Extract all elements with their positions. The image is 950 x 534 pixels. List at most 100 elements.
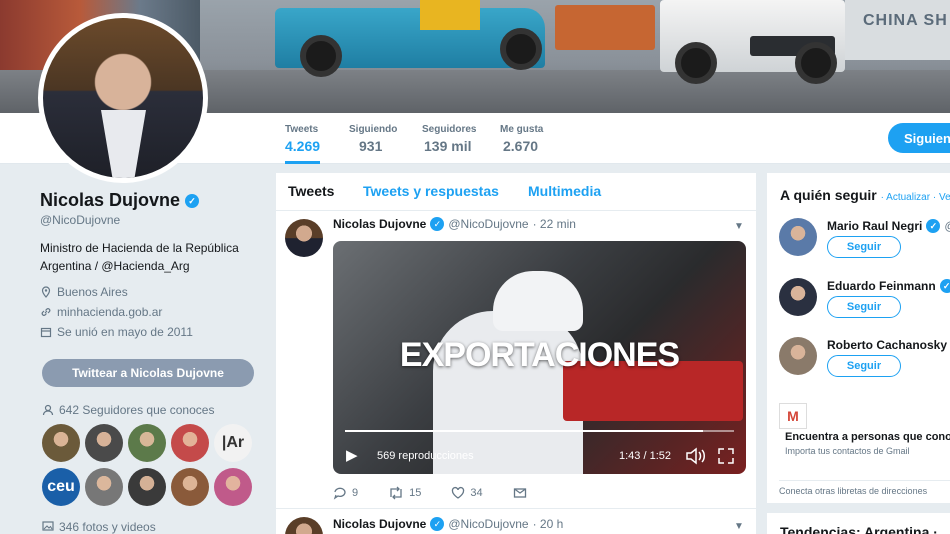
tweet-author-name[interactable]: Nicolas Dujovne [333,517,426,531]
follow-button[interactable]: Seguir [827,236,901,258]
volume-icon[interactable] [685,447,707,465]
retweet-action[interactable]: 15 [388,486,421,500]
joined-text: Se unió en mayo de 2011 [57,325,193,339]
photos-text[interactable]: 346 fotos y videos [59,520,156,534]
known-followers-text[interactable]: 642 Seguidores que conoces [59,403,214,417]
tweet-author-name[interactable]: Nicolas Dujovne [333,217,426,231]
stat-label: Tweets [285,124,319,135]
tweet-to-button[interactable]: Twittear a Nicolas Dujovne [42,359,254,387]
known-follower-avatar[interactable] [128,424,166,462]
profile-name-row: Nicolas Dujovne ✓ [40,190,265,211]
banner-wheel [675,42,717,84]
suggestion-avatar[interactable] [779,337,817,375]
people-icon [42,404,54,416]
profile-joined: Se unió en mayo de 2011 [40,325,265,339]
find-people-title[interactable]: Encuentra a personas que conoc [785,431,950,443]
following-button[interactable]: Siguiendo [888,123,950,153]
suggestion-avatar[interactable] [779,278,817,316]
known-follower-avatar[interactable] [128,468,166,506]
like-action[interactable]: 34 [451,486,483,500]
reply-action[interactable]: 9 [333,486,358,500]
suggestion-name-row: Eduardo Feinmann ✓ @ [827,279,950,293]
banner-wheel [300,35,342,77]
follow-button[interactable]: Seguir [827,355,901,377]
video-player[interactable]: EXPORTACIONES ▶ 569 reproducciones 1:43 … [333,241,746,474]
tab-tweets-replies[interactable]: Tweets y respuestas [363,183,499,199]
profile-card: Nicolas Dujovne ✓ @NicoDujovne Ministro … [40,190,265,339]
known-follower-avatar[interactable] [85,468,123,506]
known-follower-avatar-text: ceu [47,478,75,495]
who-to-follow-header: A quién seguir · Actualizar · Ve [780,187,950,203]
tab-media[interactable]: Multimedia [528,183,601,199]
verified-icon: ✓ [926,219,941,233]
profile-url[interactable]: minhacienda.gob.ar [40,305,265,319]
tweet-time[interactable]: · 22 min [533,217,576,231]
chevron-down-icon[interactable]: ▼ [734,521,744,532]
stat-label: Me gusta [500,124,544,135]
like-count: 34 [470,487,483,499]
verified-icon: ✓ [939,279,950,293]
video-title: EXPORTACIONES [399,336,680,374]
location-icon [41,286,51,298]
connect-address-books-link[interactable]: Conecta otras libretas de direcciones [779,480,950,496]
banner-wheel [795,42,837,84]
banner-crane-arm [420,0,480,30]
known-follower-avatar[interactable]: ceu [42,468,80,506]
tweet-time[interactable]: · 20 h [533,517,564,531]
tweet-avatar[interactable] [285,517,323,534]
known-follower-avatar[interactable] [171,468,209,506]
stat-likes[interactable]: Me gusta 2.670 [500,124,543,154]
profile-avatar[interactable] [38,13,208,183]
photo-icon [42,521,54,531]
heart-icon [452,486,465,499]
video-progress-fill [345,430,703,432]
known-follower-avatar[interactable] [42,424,80,462]
verified-icon: ✓ [430,217,445,231]
video-helmet [493,271,583,331]
stat-tweets[interactable]: Tweets 4.269 [285,124,321,164]
tab-tweets[interactable]: Tweets [288,183,334,199]
suggestion-name[interactable]: Mario Raul Negri [827,219,922,233]
timeline-tabs: Tweets Tweets y respuestas Multimedia [276,173,756,211]
stat-value: 931 [359,138,383,154]
stat-label: Seguidores [422,124,477,135]
tweet-avatar[interactable] [285,219,323,257]
trends-title: Tendencias: Argentina · [780,524,938,534]
suggestion-name[interactable]: Roberto Cachanosky [827,338,947,352]
message-action[interactable] [513,486,527,500]
photos-videos[interactable]: 346 fotos y videos [42,520,156,534]
refresh-link[interactable]: · Actualizar · Ve [881,192,950,203]
play-icon[interactable]: ▶ [346,446,358,464]
stat-label: Siguiendo [349,124,398,135]
import-gmail-text[interactable]: Importa tus contactos de Gmail [785,446,910,456]
chevron-down-icon[interactable]: ▼ [734,221,744,232]
tweet-header: Nicolas Dujovne ✓ @NicoDujovne · 22 min [333,217,576,231]
who-to-follow: A quién seguir · Actualizar · Ve Mario R… [767,173,950,503]
video-views: 569 reproducciones [377,450,474,462]
known-follower-avatar[interactable] [85,424,123,462]
fullscreen-icon[interactable] [717,447,735,465]
calendar-icon [40,327,52,338]
url-text[interactable]: minhacienda.gob.ar [57,305,162,319]
tweet-item[interactable]: Nicolas Dujovne ✓ @NicoDujovne · 20 h ▼ [276,508,756,534]
stat-followers[interactable]: Seguidores 139 mil [422,124,476,154]
tweet-header: Nicolas Dujovne ✓ @NicoDujovne · 20 h [333,517,563,531]
banner-wall: CHINA SH [845,0,950,60]
known-follower-avatar-text: |Ar [221,434,245,451]
verified-icon: ✓ [430,517,445,531]
stat-following[interactable]: Siguiendo 931 [349,124,397,154]
location-text: Buenos Aires [57,285,128,299]
known-followers[interactable]: 642 Seguidores que conoces [42,403,214,417]
reply-count: 9 [352,487,359,499]
profile-handle[interactable]: @NicoDujovne [40,213,265,227]
timeline: Tweets Tweets y respuestas Multimedia Ni… [276,173,756,534]
known-follower-avatar[interactable]: |Ar [214,424,252,462]
video-progress-track[interactable] [345,430,734,432]
follow-button[interactable]: Seguir [827,296,901,318]
profile-location: Buenos Aires [40,285,265,299]
known-follower-avatar[interactable] [214,468,252,506]
known-follower-avatar[interactable] [171,424,209,462]
suggestion-avatar[interactable] [779,218,817,256]
suggestion-name[interactable]: Eduardo Feinmann [827,279,936,293]
banner-wall-text: CHINA SH [863,12,948,29]
